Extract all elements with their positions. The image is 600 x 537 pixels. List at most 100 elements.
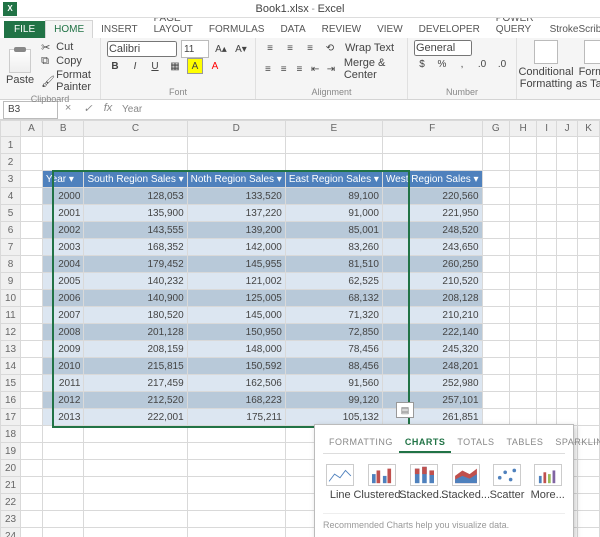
row-header-18[interactable]: 18: [1, 426, 21, 443]
cell-I13[interactable]: [537, 341, 557, 358]
cell-K12[interactable]: [578, 324, 600, 341]
cell-C12[interactable]: 201,128: [84, 324, 187, 341]
decrease-font-icon[interactable]: A▾: [233, 41, 249, 57]
cell-B24[interactable]: [42, 528, 84, 537]
cell-B20[interactable]: [42, 460, 84, 477]
cell-I8[interactable]: [537, 256, 557, 273]
tab-view[interactable]: VIEW: [369, 21, 411, 38]
cell-A9[interactable]: [21, 273, 43, 290]
cell-A21[interactable]: [21, 477, 43, 494]
cell-E15[interactable]: 91,560: [285, 375, 382, 392]
cell-K20[interactable]: [578, 460, 600, 477]
cell-D21[interactable]: [187, 477, 285, 494]
cell-E13[interactable]: 78,456: [285, 341, 382, 358]
cell-H17[interactable]: [509, 409, 536, 426]
cell-A15[interactable]: [21, 375, 43, 392]
cell-G3[interactable]: [482, 171, 509, 188]
cell-J17[interactable]: [557, 409, 578, 426]
wrap-text-button[interactable]: Wrap Text: [342, 41, 397, 55]
tab-data[interactable]: DATA: [272, 21, 313, 38]
cell-A4[interactable]: [21, 188, 43, 205]
cell-J9[interactable]: [557, 273, 578, 290]
cell-I2[interactable]: [537, 154, 557, 171]
cell-I5[interactable]: [537, 205, 557, 222]
cell-B15[interactable]: 2011: [42, 375, 84, 392]
cell-A7[interactable]: [21, 239, 43, 256]
cell-F7[interactable]: 243,650: [382, 239, 482, 256]
row-header-23[interactable]: 23: [1, 511, 21, 528]
cell-F1[interactable]: [382, 137, 482, 154]
merge-center-button[interactable]: Merge & Center: [341, 56, 401, 82]
cell-B6[interactable]: 2002: [42, 222, 84, 239]
cell-H15[interactable]: [509, 375, 536, 392]
cell-J10[interactable]: [557, 290, 578, 307]
cell-I1[interactable]: [537, 137, 557, 154]
decrease-decimal-icon[interactable]: .0: [494, 56, 510, 72]
col-header-G[interactable]: G: [482, 121, 509, 137]
cell-I14[interactable]: [537, 358, 557, 375]
qa-tab-tables[interactable]: TABLES: [501, 433, 550, 453]
cell-E3[interactable]: East Region Sales ▾: [285, 171, 382, 188]
fill-color-button[interactable]: A: [187, 58, 203, 74]
percent-icon[interactable]: %: [434, 56, 450, 72]
cell-B10[interactable]: 2006: [42, 290, 84, 307]
cell-J1[interactable]: [557, 137, 578, 154]
cell-B16[interactable]: 2012: [42, 392, 84, 409]
font-name-select[interactable]: [107, 41, 177, 57]
cell-A5[interactable]: [21, 205, 43, 222]
cell-D23[interactable]: [187, 511, 285, 528]
cell-D14[interactable]: 150,592: [187, 358, 285, 375]
cell-K24[interactable]: [578, 528, 600, 537]
cell-A8[interactable]: [21, 256, 43, 273]
cell-G11[interactable]: [482, 307, 509, 324]
cell-C19[interactable]: [84, 443, 187, 460]
qa-chart-scatter[interactable]: Scatter: [490, 464, 525, 501]
cell-F12[interactable]: 222,140: [382, 324, 482, 341]
cell-C20[interactable]: [84, 460, 187, 477]
cell-K13[interactable]: [578, 341, 600, 358]
row-header-11[interactable]: 11: [1, 307, 21, 324]
cell-C14[interactable]: 215,815: [84, 358, 187, 375]
cell-I3[interactable]: [537, 171, 557, 188]
cell-G4[interactable]: [482, 188, 509, 205]
cell-C4[interactable]: 128,053: [84, 188, 187, 205]
cell-F3[interactable]: West Region Sales ▾: [382, 171, 482, 188]
paste-button[interactable]: Paste: [6, 49, 34, 86]
cell-K4[interactable]: [578, 188, 600, 205]
cell-I7[interactable]: [537, 239, 557, 256]
cell-H2[interactable]: [509, 154, 536, 171]
cell-G12[interactable]: [482, 324, 509, 341]
increase-decimal-icon[interactable]: .0: [474, 56, 490, 72]
cell-F9[interactable]: 210,520: [382, 273, 482, 290]
format-painter-button[interactable]: 🖌Format Painter: [38, 68, 94, 94]
cell-A20[interactable]: [21, 460, 43, 477]
cell-H3[interactable]: [509, 171, 536, 188]
cell-J11[interactable]: [557, 307, 578, 324]
row-header-16[interactable]: 16: [1, 392, 21, 409]
cell-H11[interactable]: [509, 307, 536, 324]
row-header-7[interactable]: 7: [1, 239, 21, 256]
cell-D1[interactable]: [187, 137, 285, 154]
row-header-22[interactable]: 22: [1, 494, 21, 511]
row-header-3[interactable]: 3: [1, 171, 21, 188]
increase-font-icon[interactable]: A▴: [213, 41, 229, 57]
row-header-2[interactable]: 2: [1, 154, 21, 171]
cell-A1[interactable]: [21, 137, 43, 154]
row-header-5[interactable]: 5: [1, 205, 21, 222]
cell-B23[interactable]: [42, 511, 84, 528]
cell-A16[interactable]: [21, 392, 43, 409]
cell-E4[interactable]: 89,100: [285, 188, 382, 205]
cell-C8[interactable]: 179,452: [84, 256, 187, 273]
cell-D20[interactable]: [187, 460, 285, 477]
cell-B13[interactable]: 2009: [42, 341, 84, 358]
cell-C3[interactable]: South Region Sales ▾: [84, 171, 187, 188]
qa-chart-line[interactable]: Line: [323, 464, 358, 501]
cell-B14[interactable]: 2010: [42, 358, 84, 375]
cell-D8[interactable]: 145,955: [187, 256, 285, 273]
cell-H8[interactable]: [509, 256, 536, 273]
cell-H1[interactable]: [509, 137, 536, 154]
cell-C10[interactable]: 140,900: [84, 290, 187, 307]
align-top-icon[interactable]: ≡: [262, 40, 278, 56]
cell-H6[interactable]: [509, 222, 536, 239]
col-header-E[interactable]: E: [285, 121, 382, 137]
